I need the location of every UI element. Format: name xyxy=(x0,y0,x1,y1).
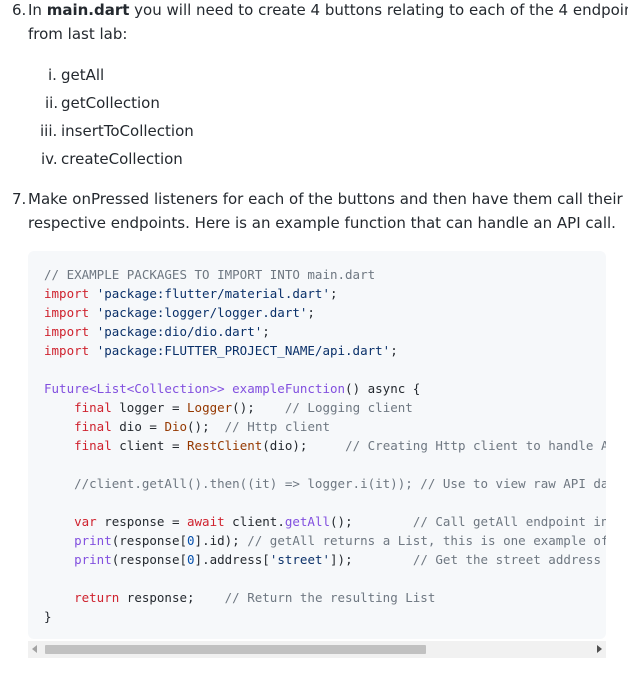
code-string: 'package:logger/logger.dart' xyxy=(96,305,308,320)
code-function-name: exampleFunction xyxy=(232,381,346,396)
code-type: Future<List<Collection>> xyxy=(44,381,225,396)
code-comment: // EXAMPLE PACKAGES TO IMPORT INTO main.… xyxy=(44,267,376,282)
step-7-text-line2: respective endpoints. Here is an example… xyxy=(28,214,616,232)
code-string: 'package:dio/dio.dart' xyxy=(96,324,263,339)
main-dart-filename: main.dart xyxy=(46,1,130,19)
code-keyword: import xyxy=(44,343,90,358)
scroll-left-arrow-icon[interactable] xyxy=(32,645,37,653)
list-item-marker: iii. xyxy=(40,122,58,140)
list-item-inserttocollection: insertToCollection xyxy=(61,122,194,140)
scroll-right-arrow-icon[interactable] xyxy=(597,645,602,653)
step-7-text-line1: Make onPressed listeners for each of the… xyxy=(28,190,623,208)
list-item-getcollection: getCollection xyxy=(61,94,160,112)
list-item-marker: i. xyxy=(48,66,57,84)
list-item-marker: ii. xyxy=(45,94,59,112)
code-string: 'package:FLUTTER_PROJECT_NAME/api.dart' xyxy=(96,343,391,358)
list-item-getall: getAll xyxy=(61,66,105,84)
code-keyword: import xyxy=(44,324,90,339)
scrollbar-thumb[interactable] xyxy=(45,645,426,654)
list-item-marker: iv. xyxy=(41,150,58,168)
code-keyword: import xyxy=(44,305,90,320)
code-block: // EXAMPLE PACKAGES TO IMPORT INTO main.… xyxy=(28,251,606,639)
step-6-text-line2: from last lab: xyxy=(28,25,128,43)
step-6-number: 6. xyxy=(12,1,27,19)
horizontal-scrollbar[interactable] xyxy=(28,641,606,658)
dart-code: // EXAMPLE PACKAGES TO IMPORT INTO main.… xyxy=(44,267,606,624)
code-string: 'package:flutter/material.dart' xyxy=(96,286,330,301)
list-item-createcollection: createCollection xyxy=(61,150,183,168)
step-7-number: 7. xyxy=(12,190,27,208)
step-6-text-line1: In main.dart you will need to create 4 b… xyxy=(28,1,628,19)
code-keyword: import xyxy=(44,286,90,301)
